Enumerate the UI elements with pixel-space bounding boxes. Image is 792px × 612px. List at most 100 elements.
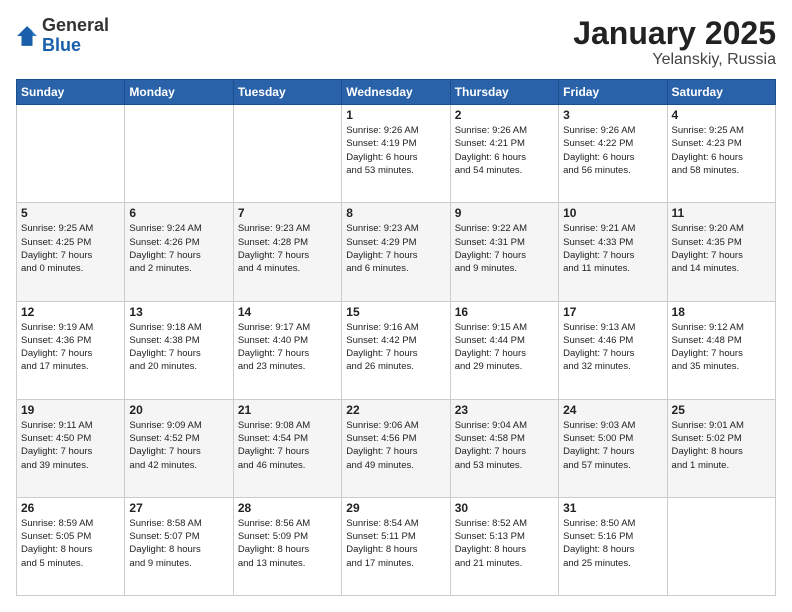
day-number: 18 [672, 305, 771, 319]
day-number: 16 [455, 305, 554, 319]
day-info: Sunrise: 9:13 AM Sunset: 4:46 PM Dayligh… [563, 321, 662, 374]
calendar-cell: 22 Sunrise: 9:06 AM Sunset: 4:56 PM Dayli… [342, 399, 450, 497]
day-info: Sunrise: 8:58 AM Sunset: 5:07 PM Dayligh… [129, 517, 228, 570]
day-number: 10 [563, 206, 662, 220]
day-number: 5 [21, 206, 120, 220]
day-info: Sunrise: 9:16 AM Sunset: 4:42 PM Dayligh… [346, 321, 445, 374]
calendar-cell: 30 Sunrise: 8:52 AM Sunset: 5:13 PM Dayli… [450, 497, 558, 595]
calendar-cell: 19 Sunrise: 9:11 AM Sunset: 4:50 PM Dayli… [17, 399, 125, 497]
day-info: Sunrise: 9:25 AM Sunset: 4:25 PM Dayligh… [21, 222, 120, 275]
day-info: Sunrise: 9:03 AM Sunset: 5:00 PM Dayligh… [563, 419, 662, 472]
calendar-cell: 10 Sunrise: 9:21 AM Sunset: 4:33 PM Dayli… [559, 203, 667, 301]
day-number: 15 [346, 305, 445, 319]
day-number: 1 [346, 108, 445, 122]
calendar-cell: 13Sunrise: 9:18 AM Sunset: 4:38 PM Dayli… [125, 301, 233, 399]
calendar-week-2: 5 Sunrise: 9:25 AM Sunset: 4:25 PM Daylig… [17, 203, 776, 301]
header: General Blue January 2025 Yelanskiy, Rus… [16, 16, 776, 69]
calendar-cell: 2 Sunrise: 9:26 AM Sunset: 4:21 PM Daylig… [450, 105, 558, 203]
day-info: Sunrise: 8:56 AM Sunset: 5:09 PM Dayligh… [238, 517, 337, 570]
day-info: Sunrise: 9:26 AM Sunset: 4:19 PM Dayligh… [346, 124, 445, 177]
day-info: Sunrise: 8:50 AM Sunset: 5:16 PM Dayligh… [563, 517, 662, 570]
column-header-friday: Friday [559, 80, 667, 105]
day-number: 31 [563, 501, 662, 515]
day-info: Sunrise: 9:23 AM Sunset: 4:29 PM Dayligh… [346, 222, 445, 275]
day-info: Sunrise: 9:25 AM Sunset: 4:23 PM Dayligh… [672, 124, 771, 177]
column-header-saturday: Saturday [667, 80, 775, 105]
day-number: 30 [455, 501, 554, 515]
calendar-cell: 27Sunrise: 8:58 AM Sunset: 5:07 PM Dayli… [125, 497, 233, 595]
day-number: 20 [129, 403, 228, 417]
calendar-table: SundayMondayTuesdayWednesdayThursdayFrid… [16, 79, 776, 596]
calendar-cell: 29 Sunrise: 8:54 AM Sunset: 5:11 PM Dayli… [342, 497, 450, 595]
day-info: Sunrise: 9:12 AM Sunset: 4:48 PM Dayligh… [672, 321, 771, 374]
day-number: 17 [563, 305, 662, 319]
day-number: 12 [21, 305, 120, 319]
day-info: Sunrise: 9:22 AM Sunset: 4:31 PM Dayligh… [455, 222, 554, 275]
day-number: 19 [21, 403, 120, 417]
day-number: 22 [346, 403, 445, 417]
calendar-cell: 4 Sunrise: 9:25 AM Sunset: 4:23 PM Daylig… [667, 105, 775, 203]
day-info: Sunrise: 9:26 AM Sunset: 4:22 PM Dayligh… [563, 124, 662, 177]
page: General Blue January 2025 Yelanskiy, Rus… [0, 0, 792, 612]
day-info: Sunrise: 9:15 AM Sunset: 4:44 PM Dayligh… [455, 321, 554, 374]
day-number: 4 [672, 108, 771, 122]
day-info: Sunrise: 9:24 AM Sunset: 4:26 PM Dayligh… [129, 222, 228, 275]
calendar-cell: 21Sunrise: 9:08 AM Sunset: 4:54 PM Dayli… [233, 399, 341, 497]
calendar-cell: 24Sunrise: 9:03 AM Sunset: 5:00 PM Dayli… [559, 399, 667, 497]
calendar-week-4: 19 Sunrise: 9:11 AM Sunset: 4:50 PM Dayli… [17, 399, 776, 497]
calendar-week-5: 26 Sunrise: 8:59 AM Sunset: 5:05 PM Dayli… [17, 497, 776, 595]
day-info: Sunrise: 9:17 AM Sunset: 4:40 PM Dayligh… [238, 321, 337, 374]
logo-blue-text: Blue [42, 35, 81, 55]
calendar-cell: 26 Sunrise: 8:59 AM Sunset: 5:05 PM Dayli… [17, 497, 125, 595]
day-number: 14 [238, 305, 337, 319]
logo: General Blue [16, 16, 109, 56]
day-info: Sunrise: 9:26 AM Sunset: 4:21 PM Dayligh… [455, 124, 554, 177]
day-info: Sunrise: 9:06 AM Sunset: 4:56 PM Dayligh… [346, 419, 445, 472]
day-number: 13 [129, 305, 228, 319]
calendar-cell: 1 Sunrise: 9:26 AM Sunset: 4:19 PM Daylig… [342, 105, 450, 203]
day-number: 2 [455, 108, 554, 122]
calendar-cell: 23 Sunrise: 9:04 AM Sunset: 4:58 PM Dayli… [450, 399, 558, 497]
main-title: January 2025 [573, 16, 776, 51]
calendar-cell: 16 Sunrise: 9:15 AM Sunset: 4:44 PM Dayli… [450, 301, 558, 399]
day-info: Sunrise: 9:04 AM Sunset: 4:58 PM Dayligh… [455, 419, 554, 472]
day-info: Sunrise: 9:09 AM Sunset: 4:52 PM Dayligh… [129, 419, 228, 472]
day-number: 29 [346, 501, 445, 515]
calendar-cell: 31 Sunrise: 8:50 AM Sunset: 5:16 PM Dayli… [559, 497, 667, 595]
day-info: Sunrise: 8:54 AM Sunset: 5:11 PM Dayligh… [346, 517, 445, 570]
day-number: 26 [21, 501, 120, 515]
day-info: Sunrise: 9:21 AM Sunset: 4:33 PM Dayligh… [563, 222, 662, 275]
day-number: 8 [346, 206, 445, 220]
calendar-week-3: 12Sunrise: 9:19 AM Sunset: 4:36 PM Dayli… [17, 301, 776, 399]
calendar-cell: 8 Sunrise: 9:23 AM Sunset: 4:29 PM Daylig… [342, 203, 450, 301]
logo-general-text: General [42, 15, 109, 35]
logo-text: General Blue [42, 16, 109, 56]
calendar-cell: 9 Sunrise: 9:22 AM Sunset: 4:31 PM Daylig… [450, 203, 558, 301]
logo-icon [16, 25, 38, 47]
calendar-cell [17, 105, 125, 203]
day-number: 3 [563, 108, 662, 122]
calendar-cell: 25Sunrise: 9:01 AM Sunset: 5:02 PM Dayli… [667, 399, 775, 497]
day-info: Sunrise: 8:59 AM Sunset: 5:05 PM Dayligh… [21, 517, 120, 570]
calendar-cell: 18 Sunrise: 9:12 AM Sunset: 4:48 PM Dayli… [667, 301, 775, 399]
day-number: 9 [455, 206, 554, 220]
calendar-cell: 20 Sunrise: 9:09 AM Sunset: 4:52 PM Dayli… [125, 399, 233, 497]
calendar-cell: 17 Sunrise: 9:13 AM Sunset: 4:46 PM Dayli… [559, 301, 667, 399]
day-info: Sunrise: 8:52 AM Sunset: 5:13 PM Dayligh… [455, 517, 554, 570]
column-header-tuesday: Tuesday [233, 80, 341, 105]
column-header-sunday: Sunday [17, 80, 125, 105]
day-info: Sunrise: 9:01 AM Sunset: 5:02 PM Dayligh… [672, 419, 771, 472]
day-number: 23 [455, 403, 554, 417]
calendar-cell [125, 105, 233, 203]
day-info: Sunrise: 9:23 AM Sunset: 4:28 PM Dayligh… [238, 222, 337, 275]
calendar-cell: 6Sunrise: 9:24 AM Sunset: 4:26 PM Daylig… [125, 203, 233, 301]
day-number: 28 [238, 501, 337, 515]
column-header-thursday: Thursday [450, 80, 558, 105]
calendar-cell: 15 Sunrise: 9:16 AM Sunset: 4:42 PM Dayli… [342, 301, 450, 399]
calendar-cell [233, 105, 341, 203]
calendar-cell: 14 Sunrise: 9:17 AM Sunset: 4:40 PM Dayli… [233, 301, 341, 399]
day-info: Sunrise: 9:11 AM Sunset: 4:50 PM Dayligh… [21, 419, 120, 472]
day-info: Sunrise: 9:08 AM Sunset: 4:54 PM Dayligh… [238, 419, 337, 472]
day-info: Sunrise: 9:20 AM Sunset: 4:35 PM Dayligh… [672, 222, 771, 275]
calendar-cell: 12Sunrise: 9:19 AM Sunset: 4:36 PM Dayli… [17, 301, 125, 399]
